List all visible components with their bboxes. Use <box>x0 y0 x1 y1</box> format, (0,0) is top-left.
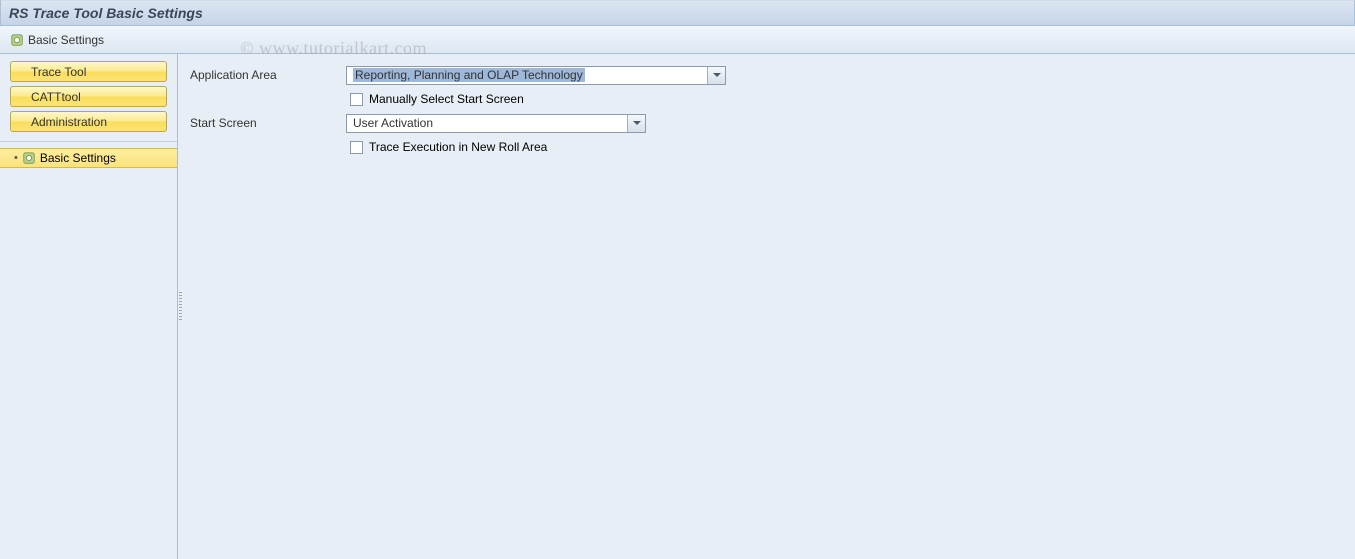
splitter-handle[interactable] <box>178 54 182 559</box>
sidebar-button-trace-tool[interactable]: Trace Tool <box>10 61 167 82</box>
trace-execution-checkbox[interactable] <box>350 141 363 154</box>
settings-icon <box>10 33 24 47</box>
sidebar-button-catttool[interactable]: CATTtool <box>10 86 167 107</box>
chevron-down-icon <box>627 115 645 132</box>
application-area-label: Application Area <box>186 68 346 82</box>
sidebar-button-label: Administration <box>31 115 107 129</box>
application-area-row: Application Area Reporting, Planning and… <box>186 64 1347 86</box>
start-screen-value: User Activation <box>353 116 433 130</box>
start-screen-row: Start Screen User Activation <box>186 112 1347 134</box>
splitter-grip-icon <box>179 292 182 322</box>
main-panel: Application Area Reporting, Planning and… <box>178 54 1355 559</box>
sidebar-tree: • Basic Settings <box>0 141 177 559</box>
sidebar-button-label: Trace Tool <box>31 65 86 79</box>
start-screen-select[interactable]: User Activation <box>346 114 646 133</box>
title-bar: RS Trace Tool Basic Settings <box>0 0 1355 26</box>
settings-icon <box>22 151 36 165</box>
content-area: Trace Tool CATTtool Administration • Bas… <box>0 54 1355 559</box>
basic-settings-toolbar-button[interactable]: Basic Settings <box>6 31 108 49</box>
sidebar-button-administration[interactable]: Administration <box>10 111 167 132</box>
toolbar-item-label: Basic Settings <box>28 33 104 47</box>
trace-execution-row: Trace Execution in New Roll Area <box>346 136 1347 158</box>
sidebar: Trace Tool CATTtool Administration • Bas… <box>0 54 178 559</box>
application-area-value: Reporting, Planning and OLAP Technology <box>353 68 585 82</box>
manually-select-row: Manually Select Start Screen <box>346 88 1347 110</box>
chevron-down-icon <box>707 67 725 84</box>
sidebar-button-label: CATTtool <box>31 90 81 104</box>
trace-execution-label: Trace Execution in New Roll Area <box>369 140 547 154</box>
manually-select-label: Manually Select Start Screen <box>369 92 524 106</box>
manually-select-checkbox[interactable] <box>350 93 363 106</box>
page-title: RS Trace Tool Basic Settings <box>9 5 203 21</box>
tree-item-basic-settings[interactable]: • Basic Settings <box>0 148 177 168</box>
start-screen-label: Start Screen <box>186 116 346 130</box>
application-area-select[interactable]: Reporting, Planning and OLAP Technology <box>346 66 726 85</box>
tree-bullet-icon: • <box>14 152 18 164</box>
toolbar: Basic Settings <box>0 26 1355 54</box>
tree-item-label: Basic Settings <box>40 151 116 165</box>
